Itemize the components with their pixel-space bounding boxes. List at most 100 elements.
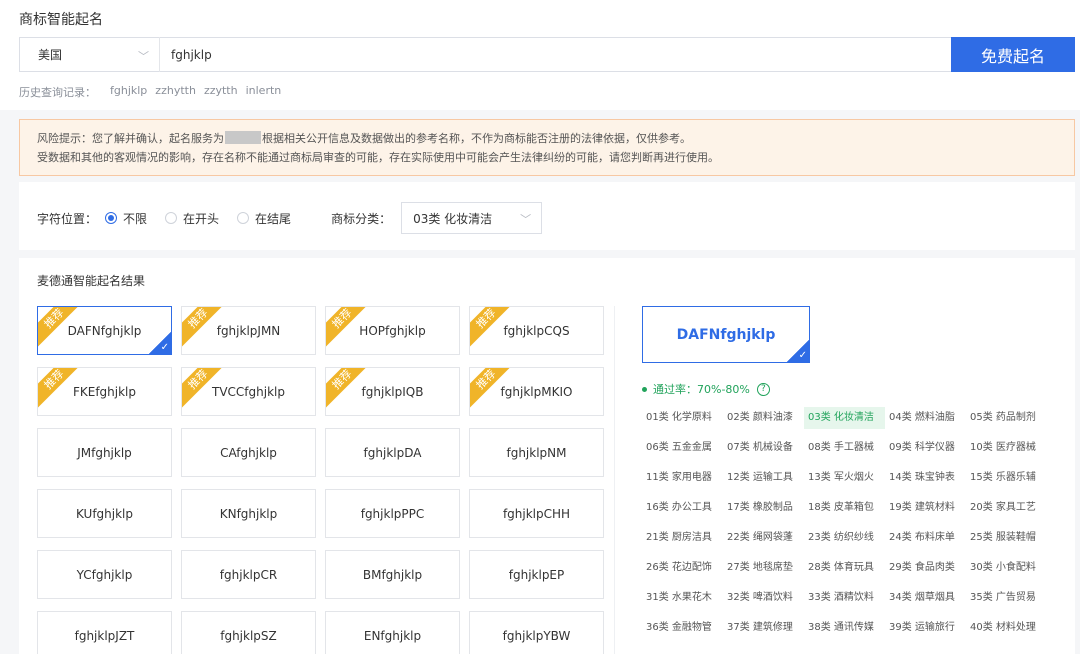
class-item[interactable]: 23类 纺织纱线 (804, 527, 885, 549)
category-select[interactable]: 03类 化妆清洁 ﹀ (401, 202, 543, 234)
radio-icon (105, 212, 118, 224)
name-card[interactable]: KNfghjklp (181, 489, 316, 538)
free-naming-button[interactable]: 免费起名 (951, 37, 1075, 72)
name-card[interactable]: fghjklpYBW (469, 611, 604, 654)
name-card[interactable]: fghjklpCR (181, 550, 316, 599)
name-card-label: ENfghjklp (363, 628, 422, 643)
class-item[interactable]: 34类 烟草烟具 (885, 587, 966, 609)
class-item[interactable]: 36类 金融物管 (642, 617, 723, 639)
class-item[interactable]: 26类 花边配饰 (642, 557, 723, 579)
name-card[interactable]: 推荐 fghjklpJMN (181, 306, 316, 355)
name-card[interactable]: fghjklpDA (325, 428, 460, 477)
class-item[interactable]: 39类 运输旅行 (885, 617, 966, 639)
class-item[interactable]: 08类 手工器械 (804, 437, 885, 459)
name-card[interactable]: 推荐 HOPfghjklp (325, 306, 460, 355)
name-grid: 推荐 DAFNfghjklp ✓ 推荐 fghjklpJMN 推荐 HOPfghjklp 推荐… (37, 306, 607, 654)
class-item[interactable]: 38类 通讯传媒 (804, 617, 885, 639)
name-card[interactable]: fghjklpEP (469, 550, 604, 599)
name-card[interactable]: fghjklpSZ (181, 611, 316, 654)
check-icon: ✓ (787, 340, 809, 362)
name-card[interactable]: fghjklpJZT (37, 611, 172, 654)
class-item[interactable]: 27类 地毯席垫 (723, 557, 804, 579)
class-item[interactable]: 19类 建筑材料 (885, 497, 966, 519)
class-item[interactable]: 28类 体育玩具 (804, 557, 885, 579)
name-card[interactable]: BMfghjklp (325, 550, 460, 599)
name-card[interactable]: fghjklpCHH (469, 489, 604, 538)
class-item[interactable]: 06类 五金金属 (642, 437, 723, 459)
class-item[interactable]: 29类 食品肉类 (885, 557, 966, 579)
class-item[interactable]: 15类 乐器乐辅 (966, 467, 1047, 489)
class-item[interactable]: 14类 珠宝钟表 (885, 467, 966, 489)
class-item[interactable]: 02类 颜料油漆 (723, 407, 804, 429)
name-card-label: fghjklpIQB (361, 384, 424, 399)
class-item[interactable]: 35类 广告贸易 (966, 587, 1047, 609)
selected-name: DAFNfghjklp (676, 326, 776, 343)
search-panel: 商标智能起名 美国 ﹀ 免费起名 历史查询记录： fghjklp zzhytth… (0, 0, 1080, 110)
position-option-end[interactable]: 在结尾 (237, 210, 291, 227)
name-card-label: fghjklpJZT (74, 628, 135, 643)
position-option-any[interactable]: 不限 (105, 210, 147, 227)
name-card[interactable]: CAfghjklp (181, 428, 316, 477)
history-item[interactable]: zzytth (204, 84, 238, 100)
radio-label: 在开头 (183, 211, 220, 226)
class-item[interactable]: 32类 啤酒饮料 (723, 587, 804, 609)
class-item[interactable]: 33类 酒精饮料 (804, 587, 885, 609)
country-select[interactable]: 美国 ﹀ (19, 37, 159, 72)
name-card[interactable]: 推荐 fghjklpMKIO (469, 367, 604, 416)
class-item[interactable]: 17类 橡胶制品 (723, 497, 804, 519)
name-card[interactable]: JMfghjklp (37, 428, 172, 477)
status-dot (642, 386, 647, 392)
class-item[interactable]: 03类 化妆清洁 (804, 407, 885, 429)
class-item[interactable]: 11类 家用电器 (642, 467, 723, 489)
name-card[interactable]: fghjklpNM (469, 428, 604, 477)
class-item[interactable]: 21类 厨房洁具 (642, 527, 723, 549)
name-card[interactable]: YCfghjklp (37, 550, 172, 599)
class-item[interactable]: 16类 办公工具 (642, 497, 723, 519)
class-item[interactable]: 01类 化学原料 (642, 407, 723, 429)
class-item[interactable]: 24类 布料床单 (885, 527, 966, 549)
class-item[interactable]: 12类 运输工具 (723, 467, 804, 489)
name-card[interactable]: KUfghjklp (37, 489, 172, 538)
class-item[interactable]: 04类 燃料油脂 (885, 407, 966, 429)
class-item[interactable]: 07类 机械设备 (723, 437, 804, 459)
name-input[interactable] (160, 37, 951, 72)
name-card[interactable]: 推荐 fghjklpCQS (469, 306, 604, 355)
name-card-label: HOPfghjklp (359, 323, 426, 338)
name-card[interactable]: ENfghjklp (325, 611, 460, 654)
search-row: 美国 ﹀ 免费起名 (19, 37, 1075, 72)
class-item[interactable]: 13类 军火烟火 (804, 467, 885, 489)
class-item[interactable]: 05类 药品制剂 (966, 407, 1047, 429)
name-card-label: KNfghjklp (219, 506, 278, 521)
class-item[interactable]: 10类 医疗器械 (966, 437, 1047, 459)
name-card[interactable]: fghjklpPPC (325, 489, 460, 538)
name-card-label: fghjklpDA (363, 445, 422, 460)
class-item[interactable]: 31类 水果花木 (642, 587, 723, 609)
name-card-label: JMfghjklp (77, 445, 132, 460)
filter-bar: 字符位置： 不限 在开头 在结尾 商标分类： 03类 化妆清洁 ﹀ (37, 202, 543, 234)
name-card[interactable]: 推荐 FKEfghjklp (37, 367, 172, 416)
section-divider (19, 250, 1075, 258)
class-item[interactable]: 22类 绳网袋蓬 (723, 527, 804, 549)
help-icon[interactable]: ? (756, 382, 770, 396)
class-item[interactable]: 09类 科学仪器 (885, 437, 966, 459)
name-card-label: fghjklpNM (506, 445, 567, 460)
class-item[interactable]: 20类 家具工艺 (966, 497, 1047, 519)
name-card-label: fghjklpEP (508, 567, 565, 582)
class-item[interactable]: 18类 皮革箱包 (804, 497, 885, 519)
name-card[interactable]: 推荐 DAFNfghjklp ✓ (37, 306, 172, 355)
position-option-start[interactable]: 在开头 (165, 210, 219, 227)
history-item[interactable]: fghjklp (110, 84, 147, 100)
class-item[interactable]: 25类 服装鞋帽 (966, 527, 1047, 549)
category-value: 03类 化妆清洁 (413, 211, 493, 226)
radio-icon (237, 212, 250, 224)
history-item[interactable]: zzhytth (155, 84, 196, 100)
name-card[interactable]: 推荐 TVCCfghjklp (181, 367, 316, 416)
name-card-label: DAFNfghjklp (67, 323, 142, 338)
name-card-label: fghjklpMKIO (500, 384, 573, 399)
class-item[interactable]: 37类 建筑修理 (723, 617, 804, 639)
name-card-label: fghjklpCQS (503, 323, 570, 338)
history-item[interactable]: inlertn (246, 84, 282, 100)
class-item[interactable]: 40类 材料处理 (966, 617, 1047, 639)
class-item[interactable]: 30类 小食配料 (966, 557, 1047, 579)
name-card[interactable]: 推荐 fghjklpIQB (325, 367, 460, 416)
